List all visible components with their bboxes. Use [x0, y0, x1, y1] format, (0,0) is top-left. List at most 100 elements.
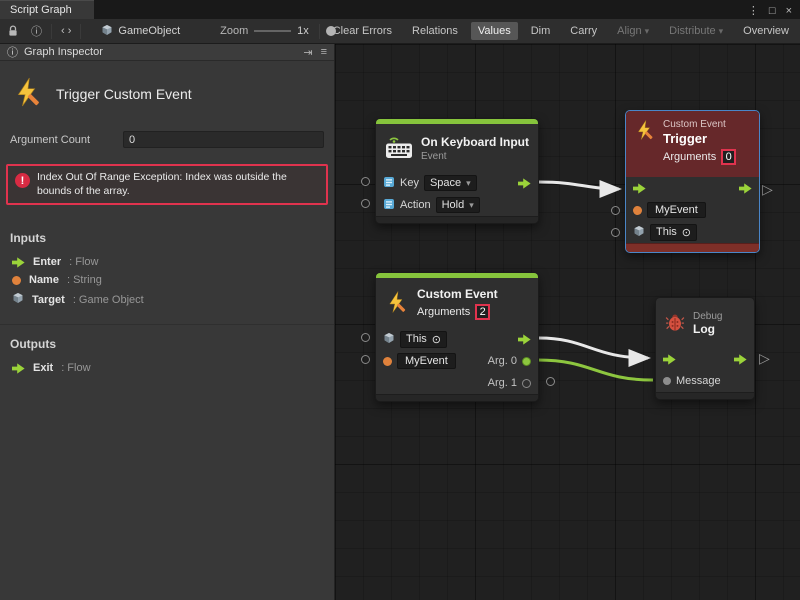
string-port-icon	[12, 276, 21, 285]
flow-input-port[interactable]	[663, 354, 676, 365]
string-port-icon	[633, 206, 642, 215]
port-name: Enter	[33, 256, 61, 268]
event-name-input[interactable]: MyEvent	[397, 353, 456, 369]
port-row-event-name: MyEvent	[626, 199, 759, 221]
flow-output-port[interactable]	[739, 183, 752, 194]
message-label: Message	[676, 375, 721, 387]
page-title: Trigger Custom Event	[56, 86, 192, 102]
port-name: Name	[29, 274, 59, 286]
tab-script-graph[interactable]: Script Graph	[0, 0, 94, 19]
gameobject-selector[interactable]: GameObject	[95, 22, 186, 41]
distribute-label: Distribute	[669, 25, 715, 37]
port-row-arg1: Arg. 1	[376, 372, 538, 394]
flow-input-port[interactable]	[633, 183, 646, 194]
node-on-keyboard-input[interactable]: On Keyboard Input Event Key Space ▾	[375, 118, 539, 224]
gameobject-cube-icon	[383, 332, 395, 347]
node-footer	[376, 216, 538, 223]
arguments-label: Arguments	[663, 151, 716, 163]
flow-arrow-icon	[12, 363, 25, 374]
target-icon: ⊙	[682, 226, 691, 239]
node-header: Custom Event Arguments 2	[376, 278, 538, 328]
node-custom-event[interactable]: Custom Event Arguments 2 This ⊙	[375, 272, 539, 402]
graph-canvas[interactable]: On Keyboard Input Event Key Space ▾	[335, 44, 800, 600]
arg0-output-port[interactable]	[522, 357, 531, 366]
relations-button[interactable]: Relations	[405, 22, 465, 40]
arguments-row: Arguments 0	[663, 149, 736, 165]
kebab-menu-icon[interactable]: ⋮	[748, 4, 759, 17]
code-icon[interactable]: ‹ ›	[58, 25, 74, 37]
node-header: Debug Log	[656, 298, 754, 348]
port-row-event-name-arg0: MyEvent Arg. 0	[376, 350, 538, 372]
tab-bar: Script Graph ⋮ □ ×	[0, 0, 800, 19]
port-row-message: Message	[656, 370, 754, 392]
wire-keyboard-to-trigger	[539, 182, 619, 189]
clear-errors-button[interactable]: Clear Errors	[326, 22, 399, 40]
input-row-target: Target : Game Object	[0, 289, 334, 310]
node-header: Custom Event Trigger Arguments 0	[626, 111, 759, 177]
menu-icon[interactable]: ≡	[321, 46, 327, 59]
keyboard-icon	[385, 134, 413, 163]
arguments-count-badge[interactable]: 2	[475, 304, 490, 320]
message-port-icon[interactable]	[663, 377, 671, 385]
port-type: : String	[67, 274, 102, 286]
zoom-slider[interactable]	[254, 24, 291, 38]
target-dropdown[interactable]: This ⊙	[400, 331, 447, 348]
overview-button[interactable]: Overview	[736, 22, 796, 40]
keycode-type-icon	[383, 176, 395, 191]
unit-title-row: Trigger Custom Event	[0, 61, 334, 129]
target-value: This	[656, 226, 677, 238]
port-name: Target	[32, 294, 65, 306]
arg1-label: Arg. 1	[488, 377, 517, 389]
flow-output-port[interactable]	[734, 354, 747, 365]
inputs-heading: Inputs	[0, 219, 334, 253]
event-name-outer-port[interactable]	[361, 355, 370, 364]
node-category: Debug	[693, 311, 722, 322]
key-dropdown[interactable]: Space ▾	[424, 175, 477, 191]
align-label: Align	[617, 25, 641, 37]
flow-output-port[interactable]	[518, 178, 531, 189]
flow-output-port[interactable]	[518, 334, 531, 345]
gameobject-cube-icon	[12, 292, 24, 307]
argument-count-input[interactable]: 0	[123, 131, 324, 148]
node-title: On Keyboard Input	[421, 135, 529, 149]
event-arg1-outer-port[interactable]	[546, 377, 555, 386]
arguments-row: Arguments 2	[417, 304, 498, 320]
trigger-target-outer-port[interactable]	[611, 228, 620, 237]
node-trigger-custom-event[interactable]: Custom Event Trigger Arguments 0	[625, 110, 760, 253]
error-icon: !	[15, 173, 30, 188]
close-icon[interactable]: ×	[786, 5, 792, 17]
bolt-icon	[12, 76, 44, 111]
toolbar-separator	[319, 24, 320, 39]
argument-count-row: Argument Count 0	[0, 129, 334, 156]
keyboard-key-outer-port[interactable]	[361, 177, 370, 186]
trigger-name-outer-port[interactable]	[611, 206, 620, 215]
event-target-outer-port[interactable]	[361, 333, 370, 342]
keyboard-action-outer-port[interactable]	[361, 199, 370, 208]
dim-button[interactable]: Dim	[524, 22, 558, 40]
flow-arrow-icon	[12, 257, 25, 268]
argument-count-label: Argument Count	[10, 134, 123, 146]
toolbar-separator	[51, 24, 52, 39]
gameobject-label: GameObject	[118, 25, 180, 37]
port-name: Exit	[33, 362, 53, 374]
carry-button[interactable]: Carry	[563, 22, 604, 40]
wire-arg0-to-message	[538, 360, 653, 380]
target-dropdown[interactable]: This ⊙	[650, 224, 697, 241]
dock-icon[interactable]: ⇥	[303, 46, 312, 59]
gameobject-cube-icon	[101, 24, 113, 39]
info-icon[interactable]: ⓘ	[28, 23, 45, 39]
node-debug-log[interactable]: Debug Log Message	[655, 297, 755, 400]
bug-icon	[665, 312, 685, 335]
arg1-output-port[interactable]	[522, 379, 531, 388]
lock-icon[interactable]	[4, 25, 22, 37]
event-name-input[interactable]: MyEvent	[647, 202, 706, 218]
distribute-button[interactable]: Distribute ▾	[662, 22, 730, 40]
align-button[interactable]: Align▾	[610, 22, 656, 40]
chevron-down-icon: ▾	[719, 26, 724, 36]
arguments-count-badge[interactable]: 0	[721, 149, 736, 165]
toolbar-separator	[80, 24, 81, 39]
values-button[interactable]: Values	[471, 22, 518, 40]
action-dropdown[interactable]: Hold ▾	[436, 197, 480, 213]
maximize-icon[interactable]: □	[769, 5, 776, 17]
event-name-value: MyEvent	[405, 355, 448, 367]
